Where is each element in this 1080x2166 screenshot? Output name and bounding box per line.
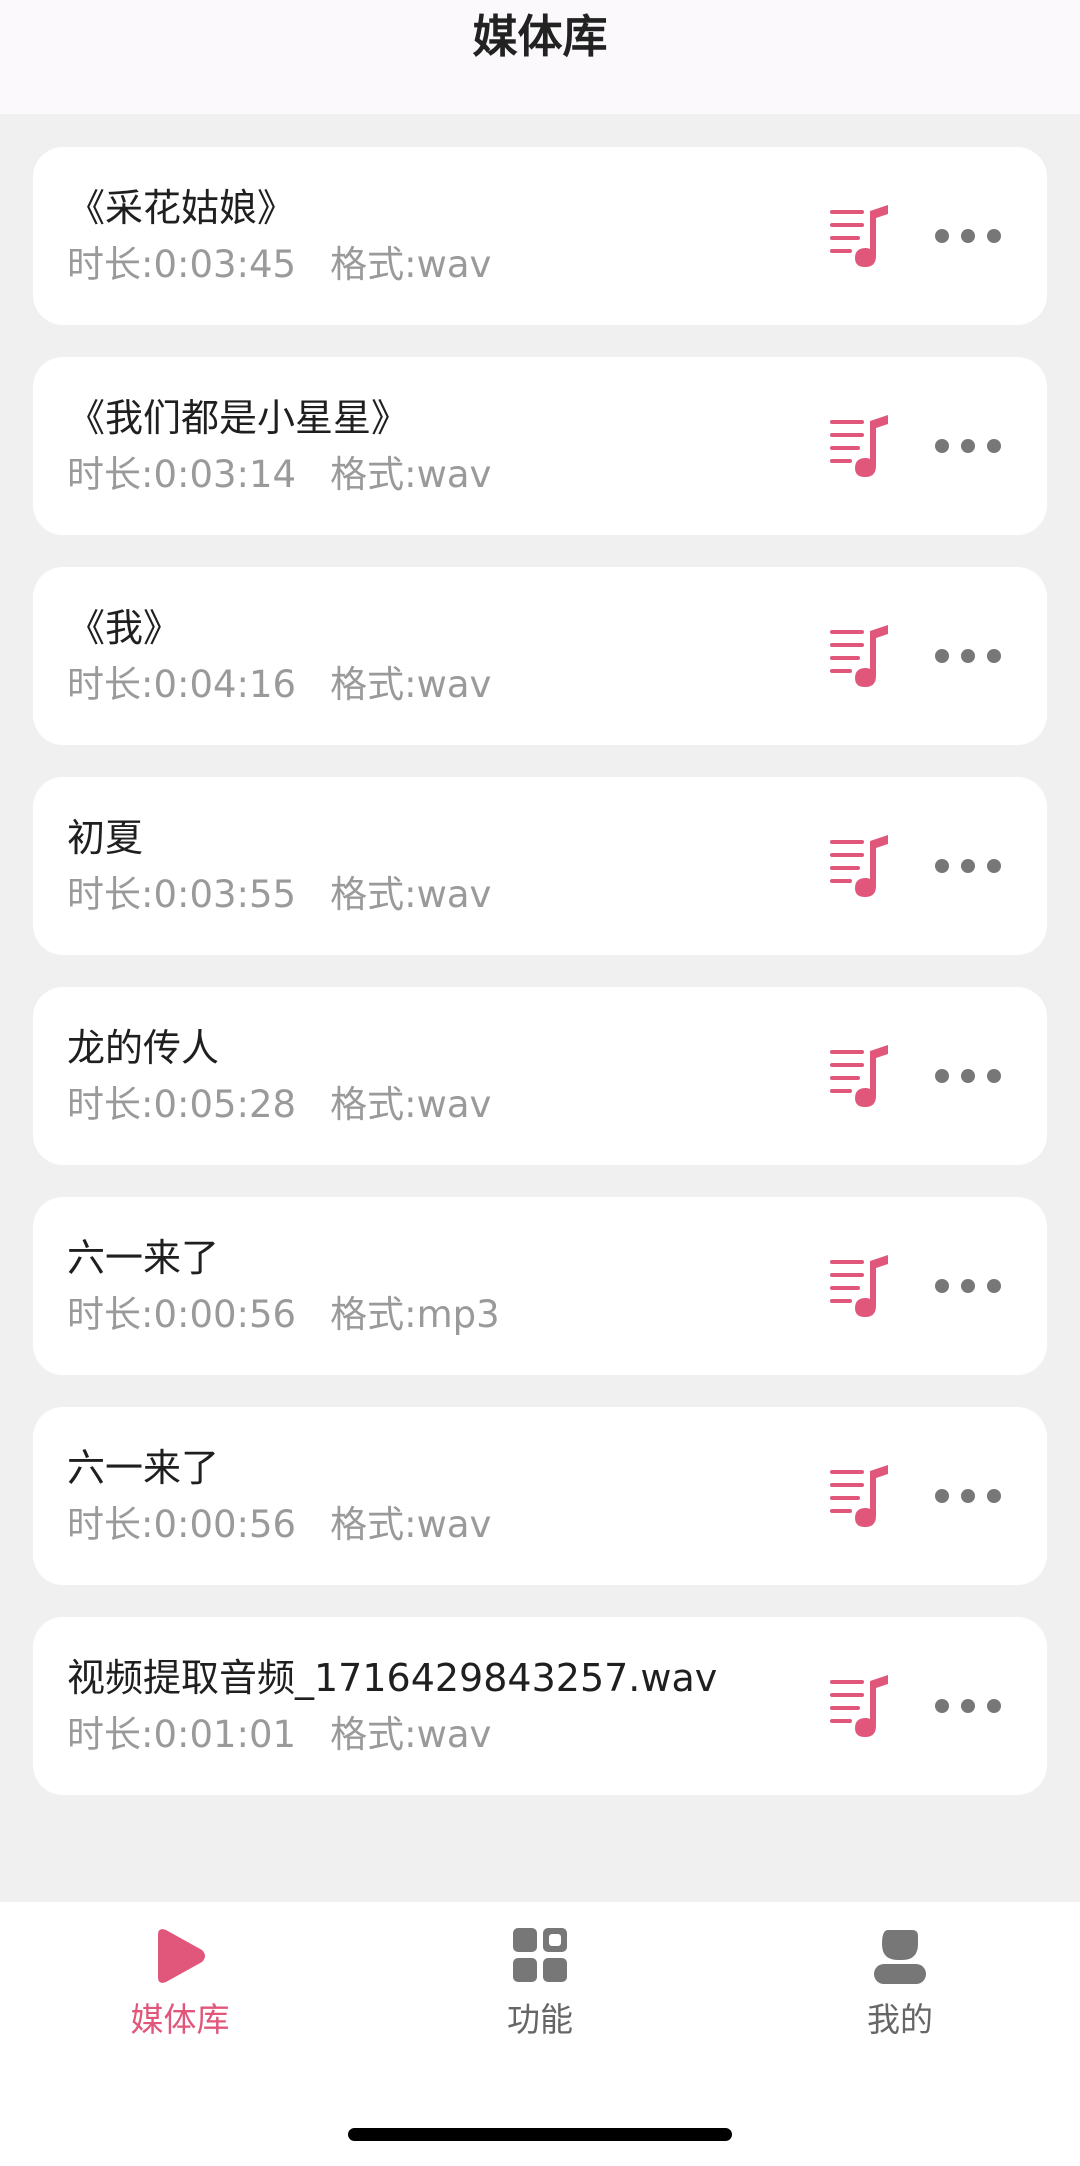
track-duration: 时长:0:03:45 bbox=[67, 243, 297, 286]
play-icon bbox=[158, 1929, 205, 1983]
track-format: 格式:wav bbox=[330, 453, 492, 496]
more-dots-icon[interactable] bbox=[933, 422, 1003, 470]
track-format: 格式:wav bbox=[330, 243, 492, 286]
more-dots-icon[interactable] bbox=[933, 1052, 1003, 1100]
track-format: 格式:wav bbox=[330, 663, 492, 706]
track-meta: 时长:0:03:14 格式:wav bbox=[67, 450, 491, 500]
track-duration: 时长:0:00:56 bbox=[67, 1293, 297, 1336]
list-item[interactable]: 初夏 时长:0:03:55 格式:wav bbox=[33, 777, 1047, 955]
list-item[interactable]: 六一来了 时长:0:00:56 格式:wav bbox=[33, 1407, 1047, 1585]
track-meta: 时长:0:03:45 格式:wav bbox=[67, 240, 491, 290]
music-playlist-icon[interactable] bbox=[828, 1674, 894, 1738]
page-title: 媒体库 bbox=[472, 10, 608, 63]
more-dots-icon[interactable] bbox=[933, 842, 1003, 890]
track-meta: 时长:0:05:28 格式:wav bbox=[67, 1080, 491, 1130]
track-duration: 时长:0:03:55 bbox=[67, 873, 297, 916]
track-title: 视频提取音频_1716429843257.wav bbox=[67, 1656, 718, 1700]
track-meta: 时长:0:00:56 格式:wav bbox=[67, 1500, 491, 1550]
media-list: 《采花姑娘》 时长:0:03:45 格式:wav 《我们都是小星星》 时长:0:0… bbox=[33, 147, 1047, 1827]
tab-label: 媒体库 bbox=[130, 2000, 230, 2039]
more-dots-icon[interactable] bbox=[933, 1472, 1003, 1520]
track-meta: 时长:0:00:56 格式:mp3 bbox=[67, 1290, 500, 1340]
grid-icon bbox=[513, 1928, 567, 1982]
track-duration: 时长:0:05:28 bbox=[67, 1083, 297, 1126]
track-duration: 时长:0:03:14 bbox=[67, 453, 297, 496]
list-item[interactable]: 《采花姑娘》 时长:0:03:45 格式:wav bbox=[33, 147, 1047, 325]
home-indicator bbox=[348, 2128, 732, 2141]
music-playlist-icon[interactable] bbox=[828, 414, 894, 478]
music-playlist-icon[interactable] bbox=[828, 1464, 894, 1528]
list-item[interactable]: 龙的传人 时长:0:05:28 格式:wav bbox=[33, 987, 1047, 1165]
track-duration: 时长:0:01:01 bbox=[67, 1713, 297, 1756]
music-playlist-icon[interactable] bbox=[828, 204, 894, 268]
music-playlist-icon[interactable] bbox=[828, 1254, 894, 1318]
music-playlist-icon[interactable] bbox=[828, 834, 894, 898]
tab-media-library[interactable]: 媒体库 bbox=[70, 1926, 290, 2056]
list-item[interactable]: 《我们都是小星星》 时长:0:03:14 格式:wav bbox=[33, 357, 1047, 535]
track-title: 六一来了 bbox=[67, 1236, 220, 1280]
tab-functions[interactable]: 功能 bbox=[430, 1926, 650, 2056]
more-dots-icon[interactable] bbox=[933, 212, 1003, 260]
bottom-tab-bar: 媒体库 功能 我的 bbox=[0, 1902, 1080, 2166]
tab-label: 功能 bbox=[507, 2000, 573, 2039]
track-format: 格式:wav bbox=[330, 1503, 492, 1546]
track-format: 格式:mp3 bbox=[330, 1293, 500, 1336]
track-format: 格式:wav bbox=[330, 1083, 492, 1126]
tab-label: 我的 bbox=[867, 2000, 933, 2039]
track-title: 初夏 bbox=[67, 816, 144, 860]
track-meta: 时长:0:04:16 格式:wav bbox=[67, 660, 491, 710]
music-playlist-icon[interactable] bbox=[828, 1044, 894, 1108]
track-title: 《我》 bbox=[67, 606, 182, 650]
more-dots-icon[interactable] bbox=[933, 1262, 1003, 1310]
list-item[interactable]: 视频提取音频_1716429843257.wav 时长:0:01:01 格式:wa… bbox=[33, 1617, 1047, 1795]
more-dots-icon[interactable] bbox=[933, 1682, 1003, 1730]
user-icon bbox=[874, 1930, 926, 1984]
track-title: 六一来了 bbox=[67, 1446, 220, 1490]
track-title: 龙的传人 bbox=[67, 1026, 220, 1070]
track-format: 格式:wav bbox=[330, 873, 492, 916]
track-format: 格式:wav bbox=[330, 1713, 492, 1756]
top-bar: 媒体库 bbox=[0, 0, 1080, 114]
tab-profile[interactable]: 我的 bbox=[790, 1926, 1010, 2056]
track-title: 《我们都是小星星》 bbox=[67, 396, 410, 440]
track-duration: 时长:0:04:16 bbox=[67, 663, 297, 706]
list-item[interactable]: 六一来了 时长:0:00:56 格式:mp3 bbox=[33, 1197, 1047, 1375]
track-duration: 时长:0:00:56 bbox=[67, 1503, 297, 1546]
track-meta: 时长:0:01:01 格式:wav bbox=[67, 1710, 491, 1760]
track-title: 《采花姑娘》 bbox=[67, 186, 296, 230]
more-dots-icon[interactable] bbox=[933, 632, 1003, 680]
track-meta: 时长:0:03:55 格式:wav bbox=[67, 870, 491, 920]
list-item[interactable]: 《我》 时长:0:04:16 格式:wav bbox=[33, 567, 1047, 745]
music-playlist-icon[interactable] bbox=[828, 624, 894, 688]
